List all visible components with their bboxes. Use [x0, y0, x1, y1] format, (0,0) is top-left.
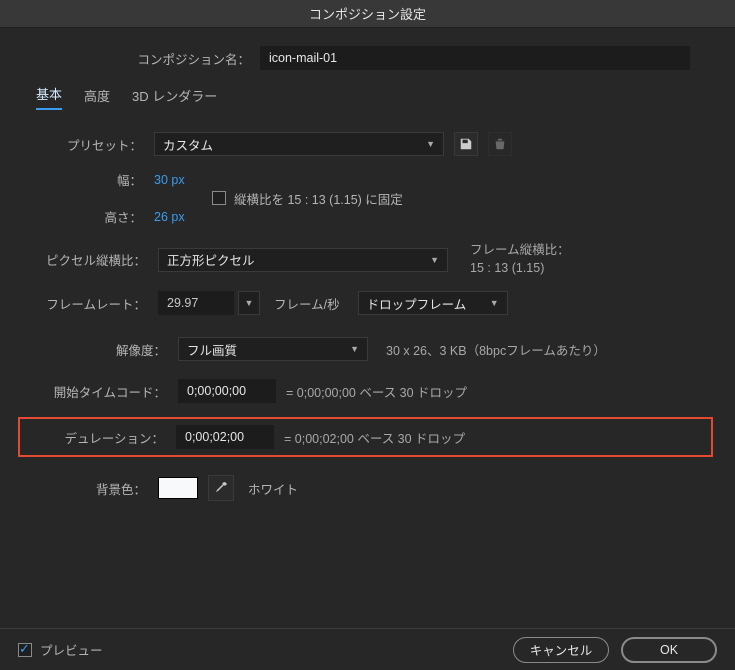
lock-aspect-checkbox[interactable]	[212, 191, 226, 205]
background-name: ホワイト	[248, 479, 298, 498]
background-swatch[interactable]	[158, 477, 198, 499]
chevron-down-icon: ▼	[426, 139, 435, 149]
framerate-unit: フレーム/秒	[274, 294, 340, 313]
chevron-down-icon: ▼	[245, 298, 254, 308]
duration-input[interactable]	[176, 425, 274, 449]
height-row: 高さ： 26 px	[22, 207, 212, 226]
preset-label: プリセット：	[22, 135, 142, 154]
framerate-dropdown-button[interactable]: ▼	[238, 291, 260, 315]
lock-aspect-row: 縦横比を 15 : 13 (1.15) に固定	[212, 170, 403, 226]
cancel-button[interactable]: キャンセル	[513, 637, 609, 663]
frame-aspect-title: フレーム縦横比：	[470, 243, 570, 257]
comp-name-row: コンポジション名：	[22, 46, 713, 70]
preset-row: プリセット： カスタム ▼	[22, 132, 713, 156]
frame-aspect-info: フレーム縦横比： 15 : 13 (1.15)	[470, 242, 570, 277]
start-timecode-input[interactable]	[178, 379, 276, 403]
start-timecode-row: 開始タイムコード： = 0;00;00;00 ベース 30 ドロップ	[22, 379, 713, 403]
height-label: 高さ：	[22, 207, 142, 226]
eyedropper-button[interactable]	[208, 475, 234, 501]
preview-label: プレビュー	[40, 640, 103, 659]
duration-info: = 0;00;02;00 ベース 30 ドロップ	[284, 428, 465, 447]
duration-row: デュレーション： = 0;00;02;00 ベース 30 ドロップ	[18, 417, 713, 457]
width-label: 幅：	[22, 170, 142, 189]
pixel-aspect-label: ピクセル縦横比：	[22, 250, 146, 269]
dropframe-select[interactable]: ドロップフレーム ▼	[358, 291, 508, 315]
background-row: 背景色： ホワイト	[22, 475, 713, 501]
composition-settings-dialog: コンポジション設定 コンポジション名： 基本 高度 3D レンダラー プリセット…	[0, 0, 735, 670]
background-label: 背景色：	[22, 479, 146, 498]
chevron-down-icon: ▼	[350, 344, 359, 354]
preview-checkbox[interactable]	[18, 643, 32, 657]
save-preset-button[interactable]	[454, 132, 478, 156]
save-icon	[459, 137, 473, 151]
start-timecode-label: 開始タイムコード：	[22, 382, 166, 401]
pixel-aspect-select[interactable]: 正方形ピクセル ▼	[158, 248, 448, 272]
dialog-footer: プレビュー キャンセル OK	[0, 628, 735, 670]
preview-checkbox-row[interactable]: プレビュー	[18, 640, 103, 659]
dropframe-value: ドロップフレーム	[367, 294, 467, 313]
width-input[interactable]: 30 px	[154, 173, 185, 187]
tab-advanced[interactable]: 高度	[84, 86, 110, 110]
eyedropper-icon	[213, 480, 229, 496]
framerate-input[interactable]: 29.97	[158, 291, 234, 315]
framerate-label: フレームレート：	[22, 294, 146, 313]
duration-label: デュレーション：	[20, 428, 164, 447]
framerate-value: 29.97	[167, 296, 198, 310]
dimensions-left: 幅： 30 px 高さ： 26 px	[22, 170, 212, 226]
start-timecode-info: = 0;00;00;00 ベース 30 ドロップ	[286, 382, 467, 401]
dimensions-block: 幅： 30 px 高さ： 26 px 縦横比を 15 : 13 (1.15) に…	[22, 170, 713, 226]
pixel-aspect-value: 正方形ピクセル	[167, 250, 255, 269]
chevron-down-icon: ▼	[430, 255, 439, 265]
frame-aspect-value: 15 : 13 (1.15)	[470, 261, 544, 275]
tab-basic[interactable]: 基本	[36, 84, 62, 110]
ok-button[interactable]: OK	[621, 637, 717, 663]
resolution-info: 30 x 26、3 KB（8bpcフレームあたり）	[386, 340, 606, 359]
comp-name-input[interactable]	[260, 46, 690, 70]
comp-name-label: コンポジション名：	[22, 49, 250, 68]
pixel-aspect-row: ピクセル縦横比： 正方形ピクセル ▼ フレーム縦横比： 15 : 13 (1.1…	[22, 242, 713, 277]
lock-aspect-label: 縦横比を 15 : 13 (1.15) に固定	[234, 189, 403, 208]
tabstrip: 基本 高度 3D レンダラー	[36, 84, 713, 110]
resolution-value: フル画質	[187, 340, 237, 359]
framerate-row: フレームレート： 29.97 ▼ フレーム/秒 ドロップフレーム ▼	[22, 291, 713, 315]
trash-icon	[493, 137, 507, 151]
preset-value: カスタム	[163, 135, 213, 154]
preset-select[interactable]: カスタム ▼	[154, 132, 444, 156]
resolution-row: 解像度： フル画質 ▼ 30 x 26、3 KB（8bpcフレームあたり）	[22, 337, 713, 361]
resolution-label: 解像度：	[22, 340, 166, 359]
delete-preset-button	[488, 132, 512, 156]
height-input[interactable]: 26 px	[154, 210, 185, 224]
dialog-title: コンポジション設定	[0, 0, 735, 28]
chevron-down-icon: ▼	[490, 298, 499, 308]
dialog-body: コンポジション名： 基本 高度 3D レンダラー プリセット： カスタム ▼	[0, 28, 735, 628]
resolution-select[interactable]: フル画質 ▼	[178, 337, 368, 361]
width-row: 幅： 30 px	[22, 170, 212, 189]
tab-renderer[interactable]: 3D レンダラー	[132, 86, 217, 110]
